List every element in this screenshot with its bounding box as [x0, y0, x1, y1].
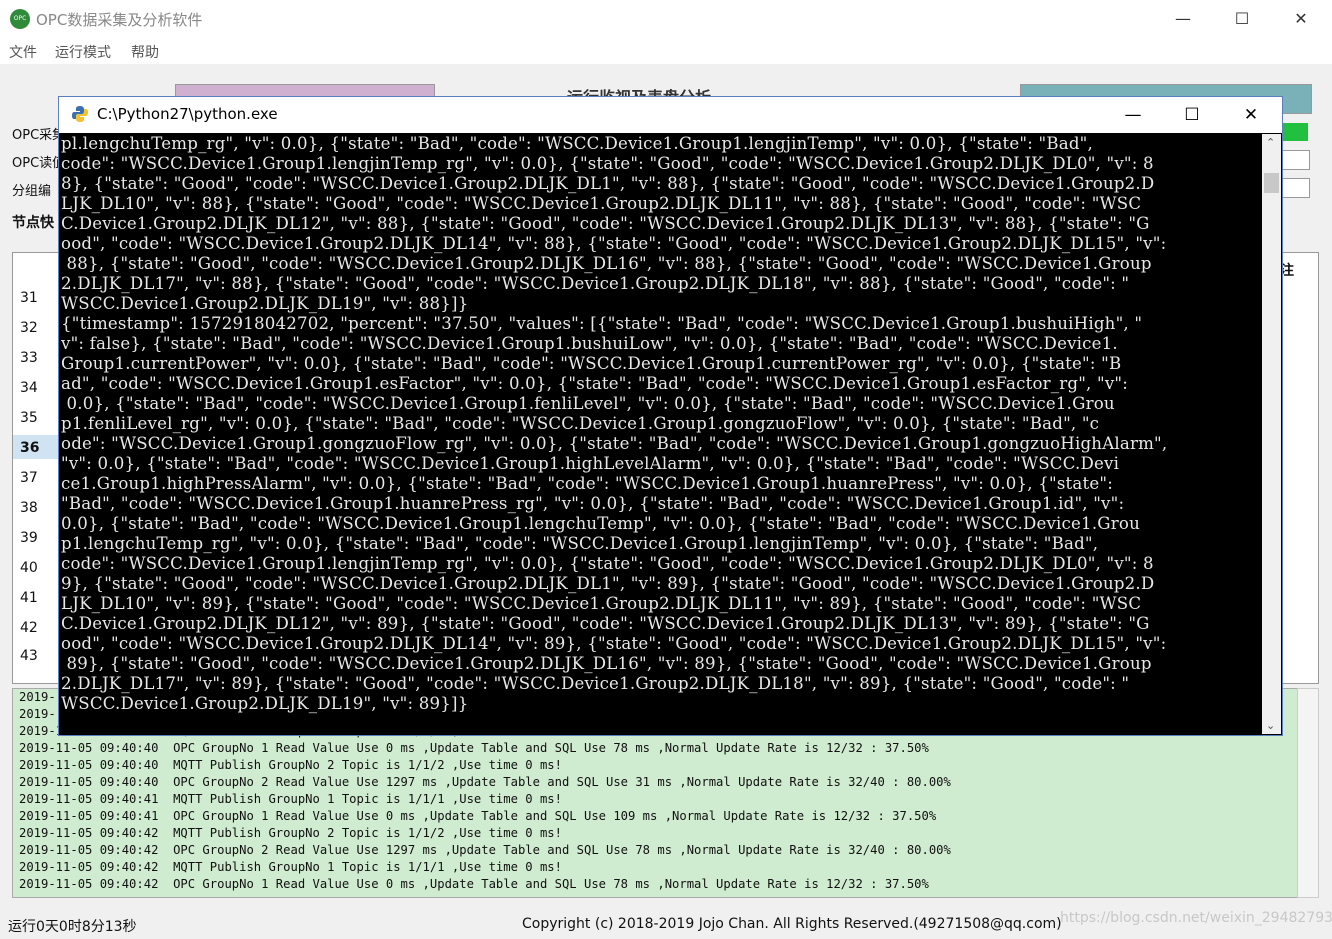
console-line: C.Device1.Group2.DLJK_DL12", "v": 89}, {… — [61, 614, 1150, 633]
row-number[interactable]: 39 — [20, 530, 38, 546]
console-line: ode": "WSCC.Device1.Group1.gongzuoFlow_r… — [61, 434, 1168, 453]
group-id-field[interactable] — [1282, 178, 1310, 198]
row-number[interactable]: 31 — [20, 290, 38, 306]
console-line: "Bad", "code": "WSCC.Device1.Group1.huan… — [61, 494, 1125, 513]
console-line: ce1.Group1.highPressAlarm", "v": 0.0}, {… — [61, 474, 1114, 493]
console-line: WSCC.Device1.Group2.DLJK_DL19", "v": 88}… — [61, 294, 469, 313]
row-number[interactable]: 41 — [20, 590, 38, 606]
menu-file[interactable]: 文件 — [9, 42, 37, 62]
console-line: code": "WSCC.Device1.Group1.lengjinTemp_… — [61, 154, 1154, 173]
menubar — [0, 38, 1332, 64]
console-line: ood", "code": "WSCC.Device1.Group2.DLJK_… — [61, 234, 1167, 253]
console-line: 0.0}, {"state": "Bad", "code": "WSCC.Dev… — [61, 394, 1115, 413]
log-line: 2019-11-05 09:40:40 OPC GroupNo 1 Read V… — [19, 741, 929, 755]
console-line: "v": 0.0}, {"state": "Bad", "code": "WSC… — [61, 454, 1120, 473]
log-line: 2019-11-05 09:40:42 MQTT Publish GroupNo… — [19, 826, 562, 840]
console-line: WSCC.Device1.Group2.DLJK_DL19", "v": 89}… — [61, 694, 469, 713]
log-line: 2019-11-05 09:40:40 OPC GroupNo 2 Read V… — [19, 775, 951, 789]
row-number[interactable]: 34 — [20, 380, 38, 396]
copyright-text: Copyright (c) 2018-2019 Jojo Chan. All R… — [522, 916, 1062, 932]
console-close-button[interactable]: ✕ — [1222, 97, 1280, 133]
minimize-button[interactable]: — — [1160, 0, 1206, 38]
console-scroll-thumb[interactable] — [1264, 173, 1279, 193]
row-number[interactable]: 42 — [20, 620, 38, 636]
console-line: ad", "code": "WSCC.Device1.Group1.esFact… — [61, 374, 1129, 393]
log-line: 2019-11-05 09:40:40 MQTT Publish GroupNo… — [19, 758, 562, 772]
row-number[interactable]: 35 — [20, 410, 38, 426]
row-number[interactable]: 32 — [20, 320, 38, 336]
window-title: OPC数据采集及分析软件 — [36, 11, 203, 29]
row-number[interactable]: 43 — [20, 648, 38, 660]
row-number[interactable]: 36 — [20, 440, 39, 456]
console-line: p1.lengchuTemp_rg", "v": 0.0}, {"state":… — [61, 534, 1099, 553]
console-line: 9}, {"state": "Good", "code": "WSCC.Devi… — [61, 574, 1155, 593]
console-line: {"timestamp": 1572918042702, "percent": … — [61, 314, 1143, 333]
console-line: LJK_DL10", "v": 89}, {"state": "Good", "… — [61, 594, 1142, 613]
menu-help[interactable]: 帮助 — [131, 42, 159, 62]
menu-run-mode[interactable]: 运行模式 — [55, 42, 111, 62]
console-line: Group1.currentPower", "v": 0.0}, {"state… — [61, 354, 1122, 373]
console-line: C.Device1.Group2.DLJK_DL12", "v": 88}, {… — [61, 214, 1150, 233]
close-button[interactable]: ✕ — [1278, 0, 1324, 38]
console-window[interactable]: C:\Python27\python.exe — ☐ ✕ pl.lengchuT… — [58, 96, 1283, 736]
console-maximize-button[interactable]: ☐ — [1163, 97, 1221, 133]
label-node-snapshot: 节点快 — [12, 215, 54, 231]
console-line: v": false}, {"state": "Bad", "code": "WS… — [61, 334, 1118, 353]
log-scrollbar[interactable] — [1297, 688, 1319, 898]
log-line: 2019-11-05 09:40:42 OPC GroupNo 2 Read V… — [19, 843, 951, 857]
console-line: 89}, {"state": "Good", "code": "WSCC.Dev… — [61, 654, 1152, 673]
row-number[interactable]: 38 — [20, 500, 38, 516]
console-line: LJK_DL10", "v": 88}, {"state": "Good", "… — [61, 194, 1142, 213]
console-line: ood", "code": "WSCC.Device1.Group2.DLJK_… — [61, 634, 1167, 653]
console-line: pl.lengchuTemp_rg", "v": 0.0}, {"state":… — [61, 134, 1093, 153]
console-title: C:\Python27\python.exe — [97, 105, 278, 123]
status-indicator — [1282, 123, 1308, 141]
console-output[interactable]: pl.lengchuTemp_rg", "v": 0.0}, {"state":… — [61, 134, 1261, 734]
console-line: 0.0}, {"state": "Bad", "code": "WSCC.Dev… — [61, 514, 1140, 533]
log-line: 2019-11-05 09:40:42 MQTT Publish GroupNo… — [19, 860, 562, 874]
watermark: https://blog.csdn.net/weixin_29482793 — [1060, 910, 1332, 926]
console-line: p1.fenliLevel_rg", "v": 0.0}, {"state": … — [61, 414, 1100, 433]
scroll-up-icon[interactable]: ⌃ — [1266, 136, 1275, 149]
console-minimize-button[interactable]: — — [1104, 97, 1162, 133]
label-group-id: 分组编 — [12, 184, 52, 199]
console-line: 88}, {"state": "Good", "code": "WSCC.Dev… — [61, 254, 1152, 273]
console-line: code": "WSCC.Device1.Group1.lengjinTemp_… — [61, 554, 1154, 573]
row-number[interactable]: 37 — [20, 470, 38, 486]
opc-read-field[interactable] — [1282, 150, 1310, 170]
console-line: 8}, {"state": "Good", "code": "WSCC.Devi… — [61, 174, 1155, 193]
log-line: 2019-11-05 09:40:42 OPC GroupNo 1 Read V… — [19, 877, 929, 891]
scroll-down-icon[interactable]: ⌄ — [1266, 719, 1275, 732]
log-line: 2019-11-05 09:40:41 OPC GroupNo 1 Read V… — [19, 809, 937, 823]
console-scrollbar[interactable]: ⌃ ⌄ — [1262, 134, 1281, 734]
console-line: 2.DLJK_DL17", "v": 88}, {"state": "Good"… — [61, 274, 1130, 293]
console-line: 2.DLJK_DL17", "v": 89}, {"state": "Good"… — [61, 674, 1130, 693]
app-logo-icon: OPC — [10, 9, 30, 29]
maximize-button[interactable]: ☐ — [1219, 0, 1265, 38]
runtime-status: 运行0天0时8分13秒 — [8, 919, 137, 935]
python-icon — [72, 106, 88, 122]
row-number[interactable]: 33 — [20, 350, 38, 366]
log-line: 2019-11-05 09:40:41 MQTT Publish GroupNo… — [19, 792, 562, 806]
row-number[interactable]: 40 — [20, 560, 38, 576]
